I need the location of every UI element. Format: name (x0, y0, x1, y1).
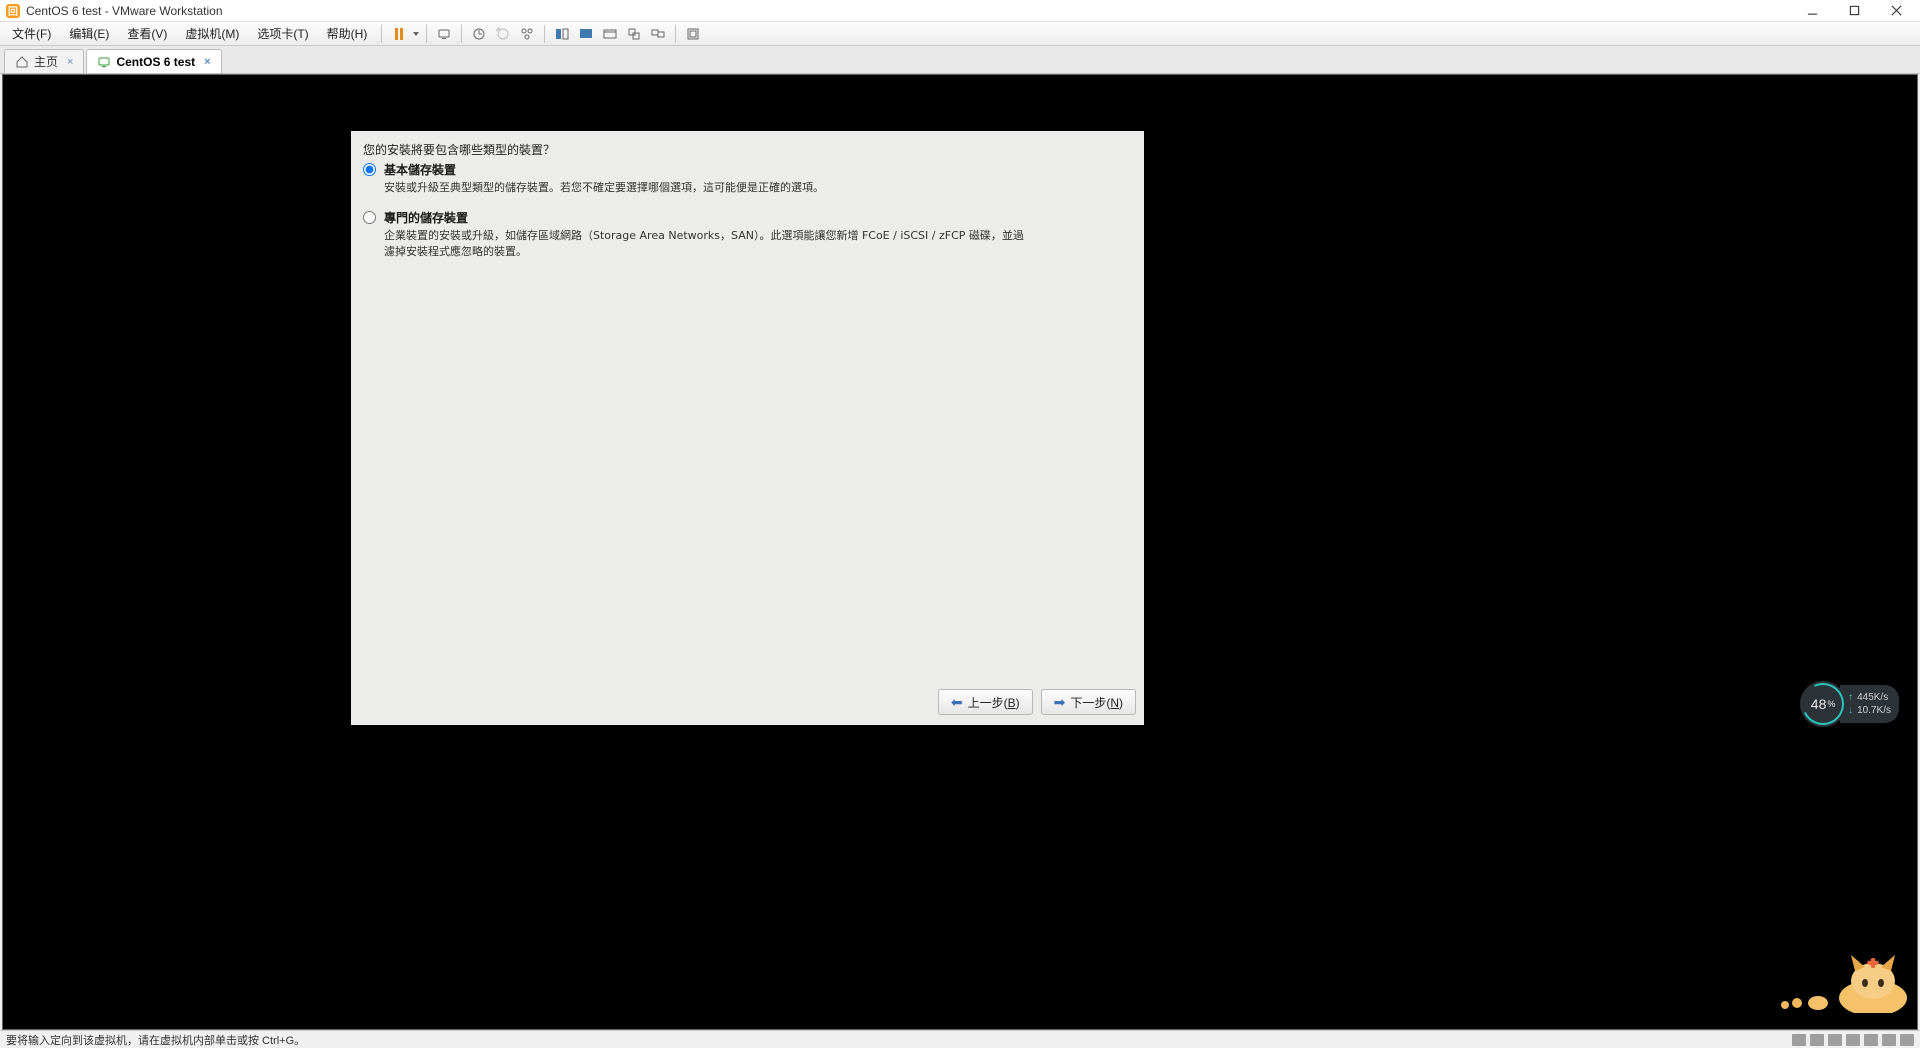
radio-specialized-desc: 企業裝置的安裝或升級，如儲存區域網路（Storage Area Networks… (384, 228, 1024, 259)
snapshot-take-button[interactable] (468, 24, 490, 44)
upload-speed: 445K/s (1848, 691, 1891, 704)
radio-specialized-storage[interactable] (363, 211, 376, 224)
separator (426, 25, 427, 43)
pause-button[interactable] (388, 24, 410, 44)
tab-vm[interactable]: CentOS 6 test × (86, 49, 221, 73)
snapshot-manager-button[interactable] (516, 24, 538, 44)
device-icon[interactable] (1828, 1034, 1842, 1046)
separator (544, 25, 545, 43)
back-button[interactable]: ⬅ 上一步(B) (938, 689, 1033, 715)
radio-basic-storage[interactable] (363, 163, 376, 176)
send-ctrl-alt-del-button[interactable] (433, 24, 455, 44)
percent-suffix: % (1827, 699, 1835, 709)
tab-home-label: 主页 (34, 53, 58, 70)
menu-file[interactable]: 文件(F) (4, 22, 59, 45)
device-icon[interactable] (1792, 1034, 1806, 1046)
cpu-ring: 48% (1800, 681, 1846, 727)
net-stats: 445K/s 10.7K/s (1840, 685, 1899, 723)
power-dropdown[interactable] (412, 24, 420, 44)
next-button[interactable]: ➡ 下一步(N) (1041, 689, 1136, 715)
minimize-button[interactable] (1800, 1, 1824, 21)
tab-home[interactable]: 主页 × (4, 49, 84, 73)
back-button-label: 上一步(B) (968, 694, 1020, 711)
radio-basic-title: 基本儲存裝置 (384, 161, 824, 178)
tabbar: 主页 × CentOS 6 test × (0, 46, 1920, 74)
installer-question: 您的安裝將要包含哪些類型的裝置？ (363, 141, 555, 158)
radio-option-basic[interactable]: 基本儲存裝置 安裝或升級至典型類型的儲存裝置。若您不確定要選擇哪個選項，這可能便… (363, 161, 1132, 195)
fullscreen-button[interactable] (575, 24, 597, 44)
separator (675, 25, 676, 43)
device-icon[interactable] (1846, 1034, 1860, 1046)
window-title: CentOS 6 test - VMware Workstation (26, 4, 223, 18)
statusbar: 要将输入定向到该虚拟机，请在虚拟机内部单击或按 Ctrl+G。 (0, 1030, 1920, 1048)
status-device-icons (1792, 1034, 1914, 1046)
radio-option-specialized[interactable]: 專門的儲存裝置 企業裝置的安裝或升級，如儲存區域網路（Storage Area … (363, 209, 1132, 259)
multimonitor-button[interactable] (647, 24, 669, 44)
installer-window: 您的安裝將要包含哪些類型的裝置？ 基本儲存裝置 安裝或升級至典型類型的儲存裝置。… (351, 131, 1144, 725)
mascot-decoration (1773, 943, 1913, 1013)
next-button-label: 下一步(N) (1070, 694, 1123, 711)
unity-button[interactable] (599, 24, 621, 44)
menu-edit[interactable]: 编辑(E) (61, 22, 117, 45)
radio-specialized-title: 專門的儲存裝置 (384, 209, 1024, 226)
separator (381, 25, 382, 43)
performance-widget[interactable]: 48% 445K/s 10.7K/s (1800, 681, 1899, 727)
home-icon (15, 55, 29, 69)
app-icon: 回 (6, 4, 20, 18)
tab-vm-label: CentOS 6 test (116, 55, 195, 69)
download-speed: 10.7K/s (1848, 704, 1891, 717)
close-icon[interactable]: × (67, 56, 73, 68)
device-icon[interactable] (1900, 1034, 1914, 1046)
vm-display-area[interactable]: 您的安裝將要包含哪些類型的裝置？ 基本儲存裝置 安裝或升級至典型類型的儲存裝置。… (2, 74, 1918, 1030)
cpu-percent: 48 (1811, 696, 1827, 712)
close-icon[interactable]: × (204, 56, 210, 68)
menu-vm[interactable]: 虚拟机(M) (177, 22, 247, 45)
storage-radio-group: 基本儲存裝置 安裝或升級至典型類型的儲存裝置。若您不確定要選擇哪個選項，這可能便… (363, 161, 1132, 273)
maximize-button[interactable] (1842, 1, 1866, 21)
installer-nav-buttons: ⬅ 上一步(B) ➡ 下一步(N) (938, 689, 1136, 715)
menu-tabs[interactable]: 选项卡(T) (249, 22, 316, 45)
close-button[interactable] (1884, 1, 1908, 21)
device-icon[interactable] (1882, 1034, 1896, 1046)
snapshot-revert-button[interactable] (492, 24, 514, 44)
vm-icon (97, 55, 111, 69)
radio-basic-desc: 安裝或升級至典型類型的儲存裝置。若您不確定要選擇哪個選項，這可能便是正確的選項。 (384, 180, 824, 195)
menu-help[interactable]: 帮助(H) (319, 22, 376, 45)
device-icon[interactable] (1864, 1034, 1878, 1046)
stretch-button[interactable] (623, 24, 645, 44)
arrow-left-icon: ⬅ (951, 694, 963, 711)
menu-view[interactable]: 查看(V) (119, 22, 175, 45)
device-icon[interactable] (1810, 1034, 1824, 1046)
separator (461, 25, 462, 43)
window-titlebar: 回 CentOS 6 test - VMware Workstation (0, 0, 1920, 22)
library-button[interactable] (682, 24, 704, 44)
show-console-button[interactable] (551, 24, 573, 44)
statusbar-hint: 要将输入定向到该虚拟机，请在虚拟机内部单击或按 Ctrl+G。 (6, 1032, 305, 1048)
arrow-right-icon: ➡ (1054, 694, 1066, 711)
menubar: 文件(F) 编辑(E) 查看(V) 虚拟机(M) 选项卡(T) 帮助(H) (0, 22, 1920, 46)
window-controls (1800, 1, 1914, 21)
